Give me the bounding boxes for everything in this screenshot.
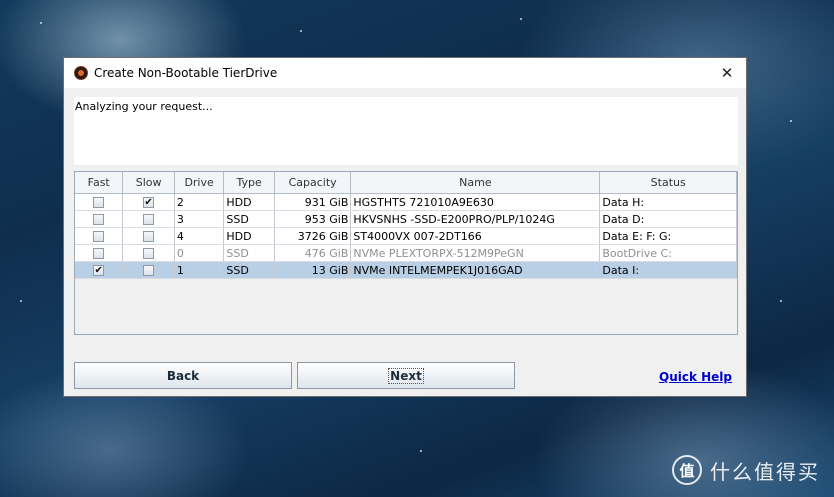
watermark-logo-icon: 值: [672, 455, 702, 485]
fast-checkbox[interactable]: [93, 197, 105, 208]
next-button-label: Next: [388, 367, 424, 384]
fast-cell: ✔: [75, 261, 124, 279]
fast-checkbox[interactable]: ✔: [93, 265, 105, 276]
fast-cell: [75, 227, 124, 245]
status-cell: BootDrive C:: [599, 244, 737, 262]
drive-cell: 1: [174, 261, 225, 279]
drive-rows: ✔ 2 HDD 931 GiB HGSTHTS 721010A9E630 Data H: 3…: [75, 193, 737, 279]
quick-help-link[interactable]: Quick Help: [659, 370, 732, 384]
star: [520, 18, 522, 20]
fast-cell: [75, 210, 124, 228]
column-header-name[interactable]: Name: [350, 172, 601, 194]
status-cell: Data H:: [599, 193, 737, 211]
column-header-fast[interactable]: Fast: [75, 172, 124, 194]
dialog-titlebar[interactable]: Create Non-Bootable TierDrive ✕: [64, 58, 746, 88]
close-icon[interactable]: ✕: [718, 64, 736, 82]
status-cell: Data I:: [599, 261, 737, 279]
slow-cell: ✔: [122, 193, 175, 211]
drive-cell: 2: [174, 193, 225, 211]
status-message: Analyzing your request...: [75, 100, 213, 113]
create-tierdrive-dialog: Create Non-Bootable TierDrive ✕ Analyzin…: [63, 57, 747, 397]
column-header-capacity[interactable]: Capacity: [274, 172, 352, 194]
name-cell: ST4000VX 007-2DT166: [350, 227, 601, 245]
fast-checkbox[interactable]: [93, 214, 105, 225]
capacity-cell: 953 GiB: [274, 210, 352, 228]
drive-cell: 3: [174, 210, 225, 228]
app-icon: [74, 66, 88, 80]
table-row[interactable]: ✔ 1 SSD 13 GiB NVMe INTELMEMPEK1J016GAD Data …: [75, 261, 737, 279]
drive-cell: 4: [174, 227, 225, 245]
slow-cell: [122, 244, 175, 262]
slow-checkbox[interactable]: [143, 231, 155, 242]
fast-checkbox[interactable]: [93, 231, 105, 242]
slow-checkbox[interactable]: ✔: [143, 197, 155, 208]
watermark-text: 什么值得买: [710, 459, 820, 484]
drive-table: Fast Slow Drive Type Capacity Name Statu…: [75, 172, 737, 279]
capacity-cell: 3726 GiB: [274, 227, 352, 245]
capacity-cell: 931 GiB: [274, 193, 352, 211]
type-cell: HDD: [223, 193, 275, 211]
slow-checkbox[interactable]: [143, 248, 155, 259]
fast-cell: [75, 244, 124, 262]
name-cell: NVMe INTELMEMPEK1J016GAD: [350, 261, 601, 279]
star: [300, 30, 302, 32]
dialog-title: Create Non-Bootable TierDrive: [94, 66, 278, 80]
status-cell: Data E: F: G:: [599, 227, 737, 245]
fast-checkbox[interactable]: [93, 248, 105, 259]
type-cell: SSD: [223, 210, 275, 228]
star: [20, 300, 22, 302]
message-area: Analyzing your request...: [74, 97, 738, 165]
back-button[interactable]: Back: [74, 362, 292, 389]
slow-cell: [122, 210, 175, 228]
slow-checkbox[interactable]: [143, 214, 155, 225]
status-cell: Data D:: [599, 210, 737, 228]
column-header-type[interactable]: Type: [223, 172, 275, 194]
column-header-slow[interactable]: Slow: [122, 172, 175, 194]
column-header-status[interactable]: Status: [599, 172, 737, 194]
capacity-cell: 13 GiB: [274, 261, 352, 279]
slow-cell: [122, 227, 175, 245]
slow-cell: [122, 261, 175, 279]
type-cell: SSD: [223, 261, 275, 279]
name-cell: HGSTHTS 721010A9E630: [350, 193, 601, 211]
drive-table-container[interactable]: Fast Slow Drive Type Capacity Name Statu…: [74, 171, 738, 335]
capacity-cell: 476 GiB: [274, 244, 352, 262]
fast-cell: [75, 193, 124, 211]
type-cell: SSD: [223, 244, 275, 262]
column-header-drive[interactable]: Drive: [174, 172, 225, 194]
table-row[interactable]: 0 SSD 476 GiB NVMe PLEXTORPX-512M9PeGN BootD…: [75, 244, 737, 262]
table-row[interactable]: ✔ 2 HDD 931 GiB HGSTHTS 721010A9E630 Data H:: [75, 193, 737, 211]
star: [790, 120, 792, 122]
star: [780, 300, 782, 302]
type-cell: HDD: [223, 227, 275, 245]
drive-cell: 0: [174, 244, 225, 262]
name-cell: HKVSNHS -SSD-E200PRO/PLP/1024G: [350, 210, 601, 228]
star: [40, 22, 42, 24]
watermark: 值 什么值得买: [672, 455, 820, 485]
slow-checkbox[interactable]: [143, 265, 155, 276]
table-row[interactable]: 3 SSD 953 GiB HKVSNHS -SSD-E200PRO/PLP/1024…: [75, 210, 737, 228]
table-header-row: Fast Slow Drive Type Capacity Name Statu…: [75, 172, 737, 194]
next-button[interactable]: Next: [297, 362, 515, 389]
table-row[interactable]: 4 HDD 3726 GiB ST4000VX 007-2DT166 Data E: F…: [75, 227, 737, 245]
name-cell: NVMe PLEXTORPX-512M9PeGN: [350, 244, 601, 262]
star: [420, 450, 422, 452]
